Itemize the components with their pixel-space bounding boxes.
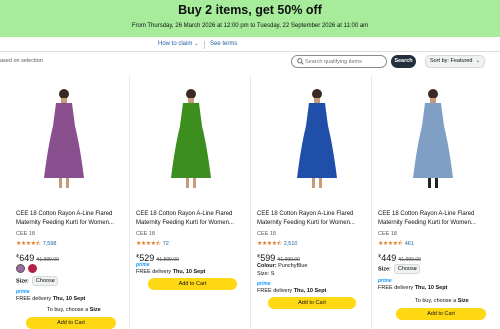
rating-count: 72: [162, 241, 169, 247]
product-card: CEE 18 Cotton Rayon A-Line Flared Matern…: [0, 76, 129, 329]
product-title-line[interactable]: CEE 18 Cotton Rayon A-Line Flared: [136, 210, 248, 219]
to-buy-prefix: To buy, choose a: [47, 307, 89, 313]
results-toolbar: ased on selection Search Sort by: Featur…: [0, 54, 500, 70]
delivery-prefix: FREE delivery: [257, 288, 293, 294]
product-image[interactable]: [411, 86, 455, 191]
star-rating-icon: ★★★★⯪: [378, 241, 403, 247]
size-selector: Size: Choose ⌄: [16, 276, 58, 286]
search-button[interactable]: Search: [391, 55, 416, 68]
delivery-date: Thu, 10 Sept: [293, 288, 327, 294]
dress-shape: [171, 103, 211, 178]
prime-badge: prime: [16, 289, 30, 295]
delivery-info: FREE delivery Thu, 10 Sept: [16, 296, 85, 302]
product-image[interactable]: [42, 86, 86, 191]
to-buy-size: Size: [89, 307, 101, 313]
product-brand: CEE 18: [16, 231, 35, 237]
size-label: Size:: [378, 266, 391, 273]
sort-dropdown[interactable]: Sort by: Featured ⌄: [425, 55, 485, 68]
how-to-claim-link[interactable]: How to claim ⌄: [158, 41, 199, 47]
list-price: ₹1,999.00: [398, 257, 421, 263]
size-dropdown[interactable]: Choose ⌄: [393, 264, 420, 274]
product-brand: CEE 18: [136, 231, 155, 237]
product-title-line[interactable]: Maternity Feeding Kurti for Women...: [16, 219, 126, 228]
promo-dates: From Thursday, 26 March 2026 at 12:00 pm…: [131, 23, 369, 29]
colour-info: Colour: PunchyBlue: [257, 263, 307, 269]
add-to-cart-button[interactable]: Add to Cart: [268, 297, 356, 309]
based-on-selection-text: ased on selection: [0, 58, 43, 64]
to-buy-prefix: To buy, choose a: [415, 298, 457, 304]
product-title-line[interactable]: CEE 18 Cotton Rayon A-Line Flared: [378, 210, 496, 219]
chevron-down-icon: ⌄: [194, 41, 199, 47]
product-title-line[interactable]: CEE 18 Cotton Rayon A-Line Flared: [257, 210, 369, 219]
star-rating-icon: ★★★★⯪: [257, 241, 282, 247]
delivery-prefix: FREE delivery: [136, 269, 172, 275]
see-terms-link[interactable]: See terms: [210, 41, 237, 47]
delivery-date: Thu, 10 Sept: [172, 269, 206, 275]
add-to-cart-button[interactable]: Add to Cart: [26, 317, 116, 329]
delivery-date: Thu, 10 Sept: [52, 296, 86, 302]
add-to-cart-button[interactable]: Add to Cart: [396, 308, 486, 320]
delivery-info: FREE delivery Thu, 10 Sept: [378, 285, 447, 291]
search-icon: [297, 58, 304, 65]
list-price: ₹1,599.00: [156, 257, 179, 263]
list-price: ₹1,999.00: [36, 257, 59, 263]
chevron-down-icon: ⌄: [475, 58, 480, 64]
dress-shape: [413, 103, 453, 178]
link-separator: [204, 41, 205, 49]
chevron-down-icon: ⌄: [413, 266, 417, 271]
product-card: CEE 18 Cotton Rayon A-Line Flared Matern…: [371, 76, 500, 329]
colour-label: Colour:: [257, 263, 277, 269]
product-title-line[interactable]: Maternity Feeding Kurti for Women...: [257, 219, 369, 228]
product-price: ₹649 ₹1,999.00: [16, 248, 59, 266]
product-title-line[interactable]: Maternity Feeding Kurti for Women...: [378, 219, 496, 228]
add-to-cart-button[interactable]: Add to Cart: [148, 278, 237, 290]
dress-shape: [44, 103, 84, 178]
price-amount: 599: [260, 253, 276, 263]
product-title-line[interactable]: CEE 18 Cotton Rayon A-Line Flared: [16, 210, 126, 219]
star-rating-icon: ★★★★⯪: [16, 241, 41, 247]
delivery-info: FREE delivery Thu, 10 Sept: [136, 269, 205, 275]
colour-swatch[interactable]: [16, 264, 25, 273]
product-brand: CEE 18: [378, 231, 397, 237]
colour-swatch[interactable]: [28, 264, 37, 273]
chevron-down-icon: ⌄: [51, 278, 55, 283]
product-card: CEE 18 Cotton Rayon A-Line Flared Matern…: [129, 76, 250, 329]
search-input[interactable]: [305, 57, 383, 66]
product-card: CEE 18 Cotton Rayon A-Line Flared Matern…: [250, 76, 371, 329]
how-to-claim-label: How to claim: [158, 41, 193, 47]
promo-banner: Buy 2 items, get 50% off From Thursday, …: [0, 0, 500, 37]
product-image[interactable]: [169, 86, 213, 191]
rating-count: 2,510: [283, 241, 298, 247]
prime-badge: prime: [257, 281, 271, 287]
header-divider: [0, 51, 500, 52]
sort-label: Sort by: Featured: [430, 58, 473, 64]
search-field[interactable]: [291, 55, 387, 68]
prime-badge: prime: [136, 262, 150, 268]
colour-value: PunchyBlue: [278, 263, 308, 269]
price-amount: 449: [381, 253, 397, 263]
promo-headline: Buy 2 items, get 50% off: [178, 3, 322, 17]
size-info: Size: S: [257, 271, 275, 277]
to-buy-size: Size: [457, 298, 469, 304]
delivery-date: Thu, 10 Sept: [414, 285, 448, 291]
rating-count: 7,598: [42, 241, 57, 247]
delivery-prefix: FREE delivery: [378, 285, 414, 291]
product-title-line[interactable]: Maternity Feeding Kurti for Women...: [136, 219, 248, 228]
to-buy-hint: To buy, choose a Size: [47, 307, 101, 313]
price-amount: 649: [19, 253, 35, 263]
product-brand: CEE 18: [257, 231, 276, 237]
delivery-prefix: FREE delivery: [16, 296, 52, 302]
promo-links: How to claim ⌄ See terms: [0, 40, 500, 50]
product-image[interactable]: [295, 86, 339, 191]
dress-shape: [297, 103, 337, 178]
size-dropdown[interactable]: Choose ⌄: [31, 276, 58, 286]
size-label: Size:: [16, 278, 29, 285]
delivery-info: FREE delivery Thu, 10 Sept: [257, 288, 326, 294]
prime-badge: prime: [378, 278, 392, 284]
to-buy-hint: To buy, choose a Size: [415, 298, 469, 304]
star-rating-icon: ★★★★⯪: [136, 241, 161, 247]
size-selector: Size: Choose ⌄: [378, 264, 420, 274]
rating-count: 461: [404, 241, 414, 247]
